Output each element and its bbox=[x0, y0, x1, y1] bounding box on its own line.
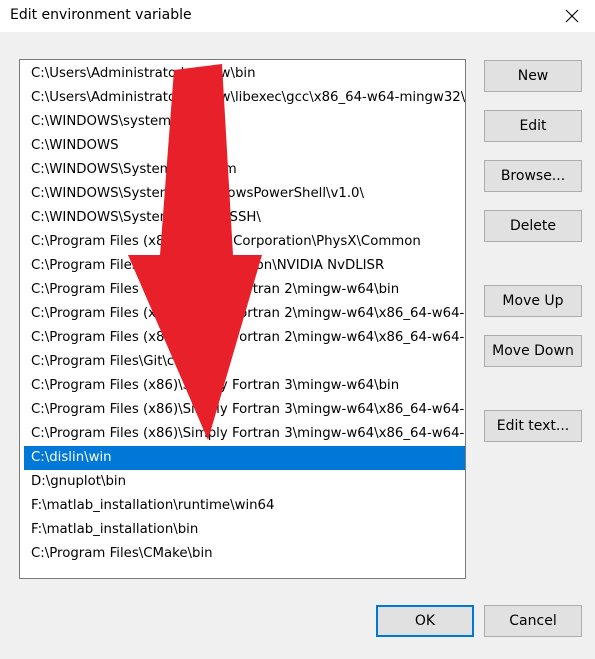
ok-button[interactable]: OK bbox=[376, 605, 474, 637]
list-item[interactable]: C:\Program Files (x86)\Simply Fortran 2\… bbox=[24, 326, 465, 350]
list-item[interactable]: C:\Users\Administrator\mingw\bin bbox=[24, 62, 465, 86]
list-item[interactable]: C:\dislin\win bbox=[24, 446, 465, 470]
list-item[interactable]: C:\WINDOWS\System32\Wbem bbox=[24, 158, 465, 182]
list-item[interactable]: C:\Program Files\Git\cmd bbox=[24, 350, 465, 374]
list-item[interactable]: C:\Program Files (x86)\Simply Fortran 3\… bbox=[24, 398, 465, 422]
new-button[interactable]: New bbox=[484, 60, 582, 92]
list-item[interactable]: C:\Program Files (x86)\Simply Fortran 2\… bbox=[24, 278, 465, 302]
path-list[interactable]: C:\Users\Administrator\mingw\bin C:\Users… bbox=[19, 59, 466, 579]
list-item[interactable]: C:\WINDOWS\System32\WindowsPowerShell\v1… bbox=[24, 182, 465, 206]
list-item[interactable]: C:\Program Files (x86)\Simply Fortran 3\… bbox=[24, 422, 465, 446]
list-item[interactable]: C:\WINDOWS\system32 bbox=[24, 110, 465, 134]
window-title: Edit environment variable bbox=[10, 7, 192, 23]
list-item[interactable]: F:\matlab_installation\runtime\win64 bbox=[24, 494, 465, 518]
list-item[interactable]: F:\matlab_installation\bin bbox=[24, 518, 465, 542]
move-up-button[interactable]: Move Up bbox=[484, 285, 582, 317]
move-down-button[interactable]: Move Down bbox=[484, 335, 582, 367]
edit-text-button[interactable]: Edit text... bbox=[484, 410, 582, 442]
list-item[interactable]: C:\WINDOWS\System32\OpenSSH\ bbox=[24, 206, 465, 230]
list-item[interactable]: C:\Program Files (x86)\Simply Fortran 2\… bbox=[24, 302, 465, 326]
list-item[interactable]: C:\Program Files (x86)\NVIDIA Corporatio… bbox=[24, 230, 465, 254]
edit-button[interactable]: Edit bbox=[484, 110, 582, 142]
close-button[interactable] bbox=[549, 0, 595, 32]
list-item[interactable]: D:\gnuplot\bin bbox=[24, 470, 465, 494]
browse-button[interactable]: Browse... bbox=[484, 160, 582, 192]
list-item[interactable]: C:\Program Files (x86)\Simply Fortran 3\… bbox=[24, 374, 465, 398]
delete-button[interactable]: Delete bbox=[484, 210, 582, 242]
cancel-button[interactable]: Cancel bbox=[484, 605, 582, 637]
list-item[interactable]: C:\Program Files\CMake\bin bbox=[24, 542, 465, 566]
list-item[interactable]: C:\Program Files\NVIDIA Corporation\NVID… bbox=[24, 254, 465, 278]
close-icon bbox=[565, 9, 579, 23]
title-bar: Edit environment variable bbox=[0, 0, 595, 32]
list-item[interactable]: C:\Users\Administrator\mingw\libexec\gcc… bbox=[24, 86, 465, 110]
list-item[interactable]: C:\WINDOWS bbox=[24, 134, 465, 158]
